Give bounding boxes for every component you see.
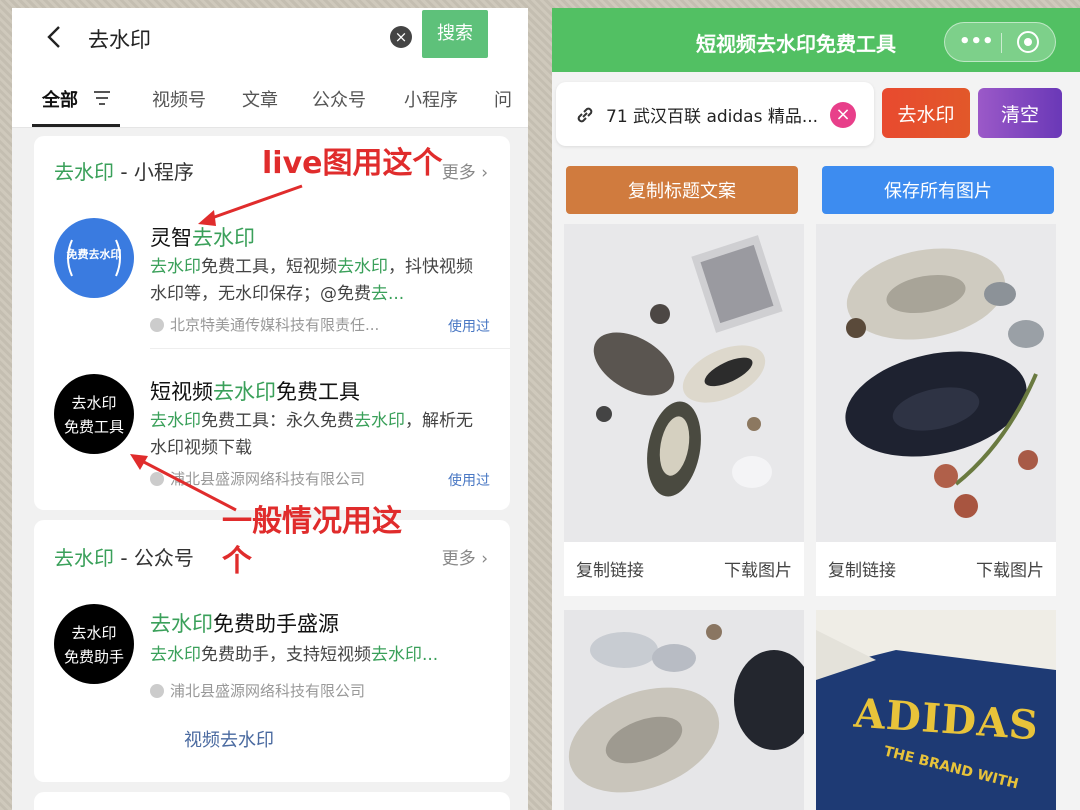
video-watermark-link[interactable]: 视频去水印 (184, 726, 274, 752)
section-title: 去水印 - 公众号 (54, 546, 194, 570)
link-icon (577, 107, 593, 123)
used-badge: 使用过 (448, 319, 490, 335)
tab-channels[interactable]: 视频号 (152, 86, 206, 112)
save-all-images-button[interactable]: 保存所有图片 (822, 166, 1054, 214)
avatar-watermark-assistant: 去水印 免费助手 (54, 604, 134, 684)
avatar-watermark-remover: 免费去水印 (54, 218, 134, 298)
annotation-arrow-top (198, 184, 303, 226)
tab-articles[interactable]: 文章 (242, 86, 278, 112)
search-button[interactable]: 搜索 (422, 10, 488, 58)
search-bar: × 搜索 (12, 8, 528, 70)
tab-questions[interactable]: 问 (494, 86, 512, 112)
url-input-box[interactable]: 71 武汉百联 adidas 精品... × (556, 82, 874, 146)
more-link[interactable]: 更多 › (442, 158, 488, 183)
tab-mini-programs[interactable]: 小程序 (404, 86, 458, 112)
annotation-general-case: 一般情况用这 (222, 504, 402, 539)
avatar-text-line1: 去水印 (71, 394, 117, 412)
download-image-button[interactable]: 下载图片 (976, 556, 1044, 581)
tab-official-accounts[interactable]: 公众号 (312, 86, 366, 112)
avatar-text-line2: 免费助手 (63, 648, 124, 666)
item-description: 去水印免费助手，支持短视频去水印... (150, 645, 439, 665)
url-text[interactable]: 71 武汉百联 adidas 精品... (606, 102, 826, 127)
clear-button[interactable]: 清空 (978, 88, 1062, 138)
photo-black-sneakers[interactable] (816, 224, 1056, 542)
search-input[interactable] (78, 14, 418, 64)
photo-card: 复制链接 下载图片 (816, 224, 1056, 596)
avatar-text-line1: 去水印 (71, 624, 117, 642)
tab-all[interactable]: 全部 (42, 86, 78, 112)
photo-card (564, 610, 804, 810)
divider (150, 348, 510, 349)
watermark-tool-panel: 短视频去水印免费工具 ••• 71 武汉百联 adidas 精品... × 去水… (552, 8, 1080, 810)
used-badge: 使用过 (448, 473, 490, 489)
download-image-button[interactable]: 下载图片 (724, 556, 792, 581)
official-account-section: 去水印 - 公众号 更多 › 去水印 免费助手 去水印免费助手盛源 去水印免费助… (34, 520, 510, 782)
clear-search-icon[interactable]: × (390, 26, 412, 48)
item-company: 浦北县盛源网络科技有限公司 (150, 680, 365, 701)
search-tabs: 全部 视频号 文章 公众号 小程序 问 (12, 70, 528, 128)
item-title[interactable]: 去水印免费助手盛源 (150, 608, 339, 638)
app-title: 短视频去水印免费工具 (696, 32, 896, 56)
avatar-text: 免费去水印 (66, 248, 122, 261)
mini-program-capsule: ••• (944, 22, 1056, 62)
photo-card: ADIDAS THE BRAND WITH (816, 610, 1056, 810)
annotation-live-photo: live图用这个 (262, 146, 443, 181)
next-section-card (34, 792, 510, 810)
copy-link-button[interactable]: 复制链接 (576, 556, 644, 581)
annotation-arrow-bottom (130, 454, 237, 512)
avatar-text-line2: 免费工具 (63, 418, 124, 436)
close-program-icon[interactable] (1017, 31, 1039, 53)
back-arrow-icon[interactable] (42, 24, 68, 50)
copy-link-button[interactable]: 复制链接 (828, 556, 896, 581)
item-description: 去水印免费工具，短视频去水印，抖快视频水印等，无水印保存；@免费去... (150, 257, 473, 304)
capsule-divider (1001, 33, 1002, 53)
clear-url-icon[interactable]: × (830, 102, 856, 128)
photo-grey-sneakers[interactable] (564, 610, 804, 810)
app-header: 短视频去水印免费工具 ••• (552, 8, 1080, 72)
photo-card: 复制链接 下载图片 (564, 224, 804, 596)
annotation-general-case-cont: 个 (222, 544, 252, 579)
item-company: 北京特美通传媒科技有限责任... (150, 314, 379, 335)
item-title[interactable]: 短视频去水印免费工具 (150, 376, 360, 406)
photo-sneakers-flatlay[interactable] (564, 224, 804, 542)
copy-title-button[interactable]: 复制标题文案 (566, 166, 798, 214)
verified-icon (150, 684, 164, 698)
verified-icon (150, 318, 164, 332)
wechat-search-panel: × 搜索 全部 视频号 文章 公众号 小程序 问 去水印 - 小程序 更多 › … (12, 8, 528, 810)
avatar-short-video-tool: 去水印 免费工具 (54, 374, 134, 454)
filter-icon[interactable] (92, 88, 112, 108)
remove-watermark-button[interactable]: 去水印 (882, 88, 970, 138)
active-tab-indicator (32, 124, 120, 127)
photo-adidas-shirt[interactable]: ADIDAS THE BRAND WITH (816, 610, 1056, 810)
section-title: 去水印 - 小程序 (54, 160, 194, 184)
more-link[interactable]: 更多 › (442, 544, 488, 569)
more-menu-icon[interactable]: ••• (959, 31, 994, 52)
